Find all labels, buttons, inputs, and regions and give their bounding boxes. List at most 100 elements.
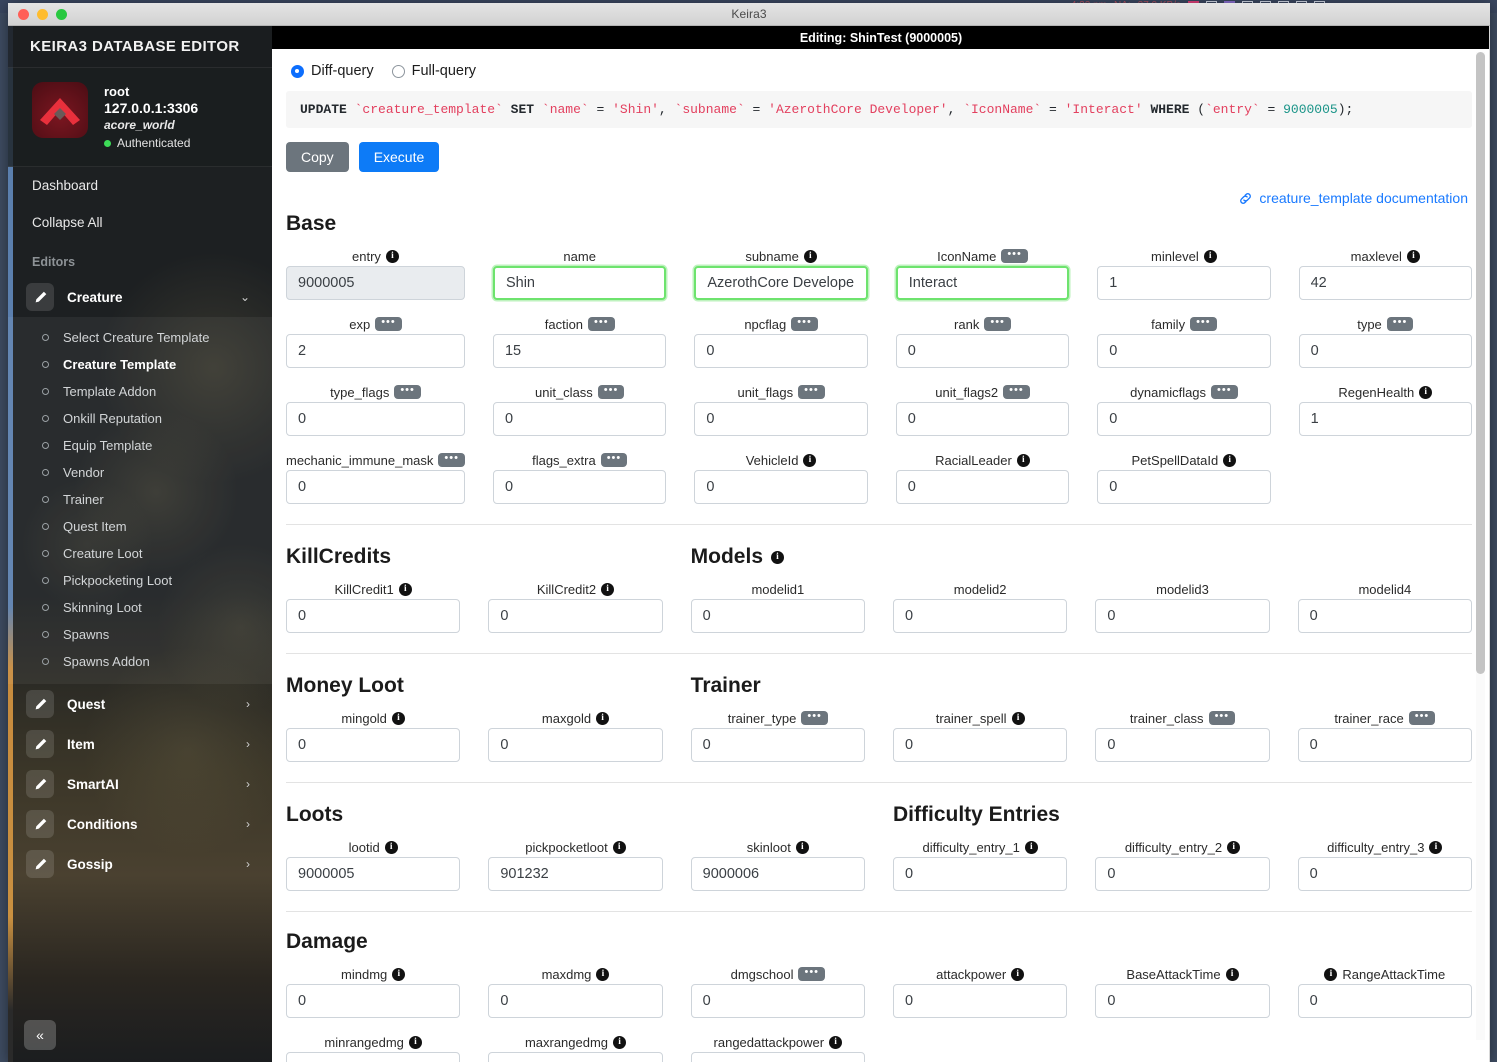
radio-icon[interactable] xyxy=(291,64,304,78)
field-input-modelid4[interactable] xyxy=(1297,599,1472,633)
radio-icon[interactable] xyxy=(391,64,405,78)
sidebar-editor-creature[interactable]: Creature ⌄ xyxy=(8,277,272,317)
field-input-minlevel[interactable] xyxy=(1097,266,1271,300)
sidebar-item-quest-item[interactable]: Quest Item xyxy=(8,513,272,540)
info-icon[interactable]: i xyxy=(1011,967,1025,981)
options-dots-button[interactable]: ••• xyxy=(1190,317,1217,331)
execute-button[interactable]: Execute xyxy=(358,142,440,172)
options-dots-button[interactable]: ••• xyxy=(798,385,825,399)
options-dots-button[interactable]: ••• xyxy=(588,317,615,331)
info-icon[interactable]: i xyxy=(771,550,784,564)
field-input-type[interactable] xyxy=(1298,334,1472,368)
sidebar-editor-conditions[interactable]: Conditions › xyxy=(8,804,272,844)
radio-diff-query[interactable]: Diff-query xyxy=(291,63,374,79)
field-input-attackpower[interactable] xyxy=(892,984,1068,1018)
info-icon[interactable]: i xyxy=(408,1035,422,1049)
info-icon[interactable]: i xyxy=(795,840,809,854)
options-dots-button[interactable]: ••• xyxy=(1386,317,1414,331)
collapse-sidebar-button[interactable]: « xyxy=(24,1020,56,1050)
sidebar-editor-item[interactable]: Item › xyxy=(8,724,272,764)
options-dots-button[interactable]: ••• xyxy=(798,967,826,981)
info-icon[interactable]: i xyxy=(1223,453,1237,467)
info-icon[interactable]: i xyxy=(1225,967,1239,981)
info-icon[interactable]: i xyxy=(1324,967,1338,981)
field-input-maxlevel[interactable] xyxy=(1298,266,1472,300)
field-input-name[interactable] xyxy=(492,266,667,300)
field-input-modelid3[interactable] xyxy=(1095,599,1270,633)
field-input-difficulty_entry_3[interactable] xyxy=(1297,857,1472,891)
field-input-modelid1[interactable] xyxy=(690,599,865,633)
field-input-unit_class[interactable] xyxy=(492,402,667,436)
field-input-PetSpellDataId[interactable] xyxy=(1097,470,1271,504)
chevron-down-icon[interactable]: ⌄ xyxy=(240,290,258,304)
field-input-maxdmg[interactable] xyxy=(488,984,663,1018)
field-input-mechanic_immune_mask[interactable] xyxy=(286,470,465,504)
field-input-IconName[interactable] xyxy=(895,266,1070,300)
field-input-pickpocketloot[interactable] xyxy=(488,857,663,891)
minimize-icon[interactable] xyxy=(37,9,48,20)
info-icon[interactable]: i xyxy=(601,582,615,596)
field-input-unit_flags2[interactable] xyxy=(895,402,1070,436)
field-input-RangeAttackTime[interactable] xyxy=(1297,984,1472,1018)
sidebar-item-template-addon[interactable]: Template Addon xyxy=(8,378,272,405)
field-input-trainer_spell[interactable] xyxy=(892,728,1068,762)
info-icon[interactable]: i xyxy=(1419,385,1433,399)
options-dots-button[interactable]: ••• xyxy=(375,317,402,331)
info-icon[interactable]: i xyxy=(596,711,610,725)
field-input-flags_extra[interactable] xyxy=(492,470,667,504)
options-dots-button[interactable]: ••• xyxy=(984,317,1011,331)
options-dots-button[interactable]: ••• xyxy=(1211,385,1238,399)
chevron-right-icon[interactable]: › xyxy=(246,817,258,831)
field-input-npcflag[interactable] xyxy=(694,334,868,368)
info-icon[interactable]: i xyxy=(803,453,817,467)
options-dots-button[interactable]: ••• xyxy=(597,385,625,399)
field-input-KillCredit1[interactable] xyxy=(286,599,461,633)
options-dots-button[interactable]: ••• xyxy=(1001,249,1028,263)
sidebar-item-select-creature-template[interactable]: Select Creature Template xyxy=(8,324,272,351)
options-dots-button[interactable]: ••• xyxy=(801,711,828,725)
radio-full-query[interactable]: Full-query xyxy=(391,63,476,79)
scrollbar-thumb[interactable] xyxy=(1476,52,1485,674)
field-input-dmgschool[interactable] xyxy=(690,984,865,1018)
options-dots-button[interactable]: ••• xyxy=(438,453,465,467)
close-icon[interactable] xyxy=(18,9,29,20)
sidebar-nav-collapse-all[interactable]: Collapse All xyxy=(8,204,272,241)
info-icon[interactable]: i xyxy=(803,249,817,263)
options-dots-button[interactable]: ••• xyxy=(791,317,818,331)
field-input-entry[interactable] xyxy=(286,266,465,300)
field-input-subname[interactable] xyxy=(694,266,868,300)
info-icon[interactable]: i xyxy=(1203,249,1217,263)
field-input-rangedattackpower[interactable] xyxy=(690,1052,865,1062)
sidebar-item-spawns[interactable]: Spawns xyxy=(8,621,272,648)
sidebar-item-pickpocketing-loot[interactable]: Pickpocketing Loot xyxy=(8,567,272,594)
field-input-KillCredit2[interactable] xyxy=(488,599,663,633)
sidebar-editor-gossip[interactable]: Gossip › xyxy=(8,844,272,884)
field-input-trainer_race[interactable] xyxy=(1297,728,1472,762)
field-input-unit_flags[interactable] xyxy=(694,402,868,436)
documentation-link[interactable]: creature_template documentation xyxy=(1238,190,1468,206)
info-icon[interactable]: i xyxy=(391,711,405,725)
vertical-scrollbar[interactable] xyxy=(1476,52,1485,1040)
sidebar-item-equip-template[interactable]: Equip Template xyxy=(8,432,272,459)
info-icon[interactable]: i xyxy=(384,840,398,854)
field-input-faction[interactable] xyxy=(492,334,667,368)
field-input-exp[interactable] xyxy=(286,334,465,368)
info-icon[interactable]: i xyxy=(613,1035,627,1049)
options-dots-button[interactable]: ••• xyxy=(1408,711,1436,725)
chevron-right-icon[interactable]: › xyxy=(246,697,258,711)
chevron-right-icon[interactable]: › xyxy=(246,857,258,871)
sidebar-item-onkill-reputation[interactable]: Onkill Reputation xyxy=(8,405,272,432)
field-input-difficulty_entry_1[interactable] xyxy=(892,857,1068,891)
copy-button[interactable]: Copy xyxy=(286,142,349,172)
info-icon[interactable]: i xyxy=(1227,840,1241,854)
chevron-right-icon[interactable]: › xyxy=(246,777,258,791)
field-input-RacialLeader[interactable] xyxy=(895,470,1070,504)
sidebar-item-skinning-loot[interactable]: Skinning Loot xyxy=(8,594,272,621)
sidebar-editor-quest[interactable]: Quest › xyxy=(8,684,272,724)
info-icon[interactable]: i xyxy=(398,582,412,596)
sidebar-item-trainer[interactable]: Trainer xyxy=(8,486,272,513)
info-icon[interactable]: i xyxy=(385,249,399,263)
sidebar-nav-dashboard[interactable]: Dashboard xyxy=(8,167,272,204)
field-input-maxrangedmg[interactable] xyxy=(488,1052,663,1062)
info-icon[interactable]: i xyxy=(612,840,626,854)
